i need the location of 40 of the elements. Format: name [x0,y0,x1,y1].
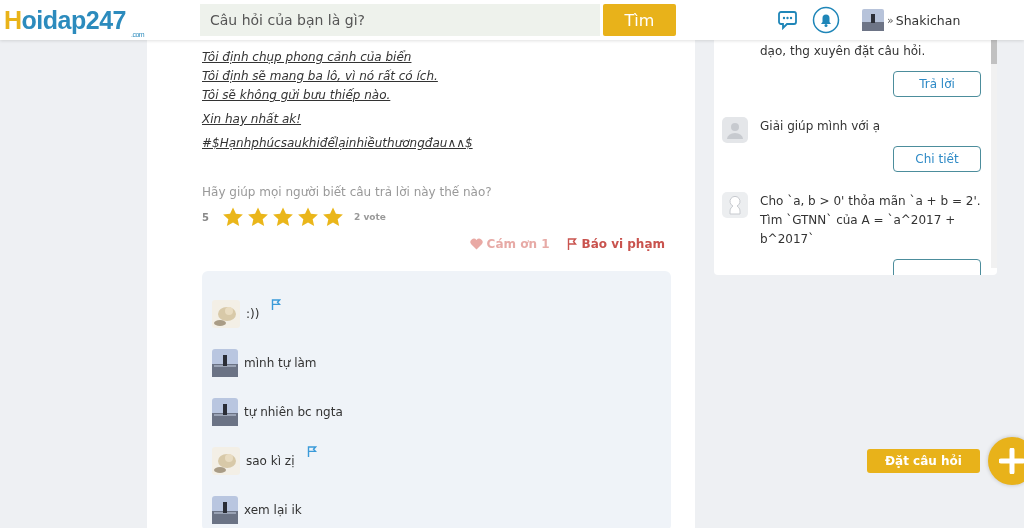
comment-text: mình tự làm [244,355,317,370]
question-text: dạo, thg xuyên đặt câu hỏi. [760,43,927,60]
star-icon[interactable] [297,206,319,228]
question-text: Giải giúp mình với ạ [760,118,882,135]
avatar-icon [722,117,748,143]
reply-button[interactable]: Trả lời [893,71,981,97]
question-text: Cho `a, b > 0' thỏa mãn `a + b = 2'. Tìm `GTNN` của A = `a^2017 + b^2017` [760,193,981,248]
star-icon[interactable] [322,206,344,228]
chat-icon[interactable] [778,10,800,30]
comment-text: xem lại ik [244,502,302,517]
user-avatar[interactable] [862,9,884,31]
star-icon[interactable] [222,206,244,228]
answer-text: Tôi sẽ không gửi bưu thiếp nào. [202,87,392,104]
report-link[interactable]: Báo vi phạm [567,237,665,251]
reply-button[interactable]: Chi tiết [893,146,981,172]
ask-question-tooltip: Đặt câu hỏi [867,449,980,473]
rating-score: 5 [202,211,210,223]
comment-text: tự nhiên bc ngta [244,404,343,419]
avatar-icon [722,192,748,218]
answer-text: #$Hạnhphúcsaukhiđểlạinhiềuthươngđau∧∧$ [202,135,474,152]
caret-icon[interactable]: » [887,13,894,27]
scrollbar[interactable] [991,40,997,268]
flag-icon[interactable] [271,299,282,310]
add-question-button[interactable] [987,437,1024,485]
answer-text: Xin hay nhất ak! [202,111,303,128]
bell-icon[interactable] [812,6,840,34]
flag-icon [567,238,578,250]
user-name[interactable]: Shakichan [895,12,961,28]
search-field[interactable]: Câu hỏi của bạn là gì? [200,4,600,36]
star-icon[interactable] [247,206,269,228]
answer-text: Tôi định sẽ mang ba lô, vì nó rất có ích. [202,68,439,85]
comment-text: :)) [246,306,260,321]
plus-icon [998,448,1024,474]
comment-text: sao kì zị [246,453,295,468]
flag-icon[interactable] [306,446,317,457]
star-icon[interactable] [272,206,294,228]
heart-icon [469,238,483,250]
answer-text: Tôi định chụp phong cảnh của biển [202,49,413,66]
rating-prompt: Hãy giúp mọi người biết câu trả lời này thế nào? [202,185,493,199]
vote-count: 2 vote [354,212,386,222]
